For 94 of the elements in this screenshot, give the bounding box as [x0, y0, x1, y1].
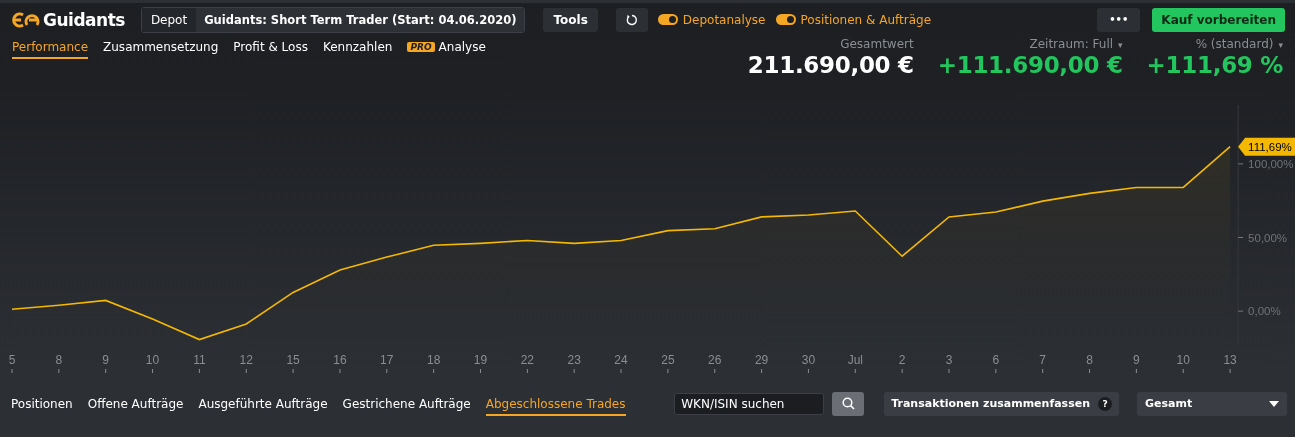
stat-value: 211.690,00 €: [747, 52, 914, 78]
x-axis-label: 2: [898, 353, 906, 374]
x-axis-label: 8: [55, 353, 63, 374]
x-axis-label: 9: [102, 353, 110, 374]
x-tick-label: 12: [239, 353, 254, 367]
x-tick-label: 9: [1133, 353, 1141, 367]
x-tick-label: 19: [473, 353, 488, 367]
tab[interactable]: Ausgeführte Aufträge: [198, 397, 328, 416]
x-tick-label: 23: [567, 353, 582, 367]
y-tick-label: 50,00%: [1248, 231, 1288, 244]
x-tick-label: 15: [286, 353, 301, 367]
y-tick-label: 100,00%: [1248, 157, 1294, 170]
toggle-switch[interactable]: Positionen & Aufträge: [775, 12, 932, 27]
x-tick-label: 11: [193, 353, 206, 367]
caret-icon: [1269, 400, 1279, 407]
x-axis-label: 13: [1223, 353, 1237, 374]
x-tick-label: 17: [380, 353, 394, 367]
logo-icon: [10, 11, 40, 28]
refresh-button[interactable]: [615, 7, 648, 32]
x-axis-label: 22: [520, 353, 535, 374]
x-tick-label: 25: [661, 353, 675, 367]
x-axis-label: 10: [145, 353, 160, 374]
toggle-switch[interactable]: Depotanalyse: [657, 12, 766, 27]
tab[interactable]: Performance: [12, 36, 89, 59]
stat-value: +111,69 %: [1146, 52, 1283, 78]
x-axis-label: 6: [992, 353, 1000, 374]
x-tick-label: 2: [898, 353, 906, 367]
x-axis-label: 30: [801, 353, 816, 374]
y-axis-label: 100,00%: [1237, 157, 1294, 170]
refresh-icon: [625, 13, 638, 26]
x-axis-label: 8: [1086, 353, 1093, 374]
x-axis-label: 3: [945, 353, 953, 374]
filter-dropdown[interactable]: Gesamt: [1137, 391, 1287, 416]
x-axis-label: 17: [380, 353, 394, 374]
tab[interactable]: Zusammensetzung: [103, 36, 219, 59]
tab[interactable]: Profit & Loss: [233, 36, 308, 59]
x-tick-label: 18: [426, 353, 441, 367]
y-tick-label: 0,00%: [1248, 305, 1281, 318]
tab[interactable]: Gestrichene Aufträge: [342, 397, 471, 416]
stat-dropdown[interactable]: Zeitraum: Full ▾: [1029, 36, 1123, 51]
x-axis-label: Jul: [847, 353, 863, 374]
x-axis-label: 16: [333, 353, 347, 374]
x-tick-label: 10: [145, 353, 160, 367]
x-axis-label: 9: [1133, 353, 1140, 374]
tools-button[interactable]: Tools: [543, 7, 598, 32]
x-tick-label: 13: [1223, 353, 1238, 367]
buy-button[interactable]: Kauf vorbereiten: [1152, 7, 1285, 32]
x-tick-label: 3: [945, 353, 953, 367]
x-axis-label: 26: [708, 353, 722, 374]
tab[interactable]: Positionen: [11, 397, 73, 416]
brand-name: Guidants: [43, 9, 125, 30]
tab[interactable]: Kennzahlen: [322, 36, 393, 59]
x-axis-label: 24: [614, 353, 628, 374]
x-axis-label: 18: [426, 353, 441, 374]
search-icon: [841, 397, 855, 410]
stat-value: +111.690,00 €: [937, 52, 1123, 78]
x-axis-label: 11: [193, 353, 206, 374]
x-axis-label: 29: [754, 353, 769, 374]
search-button[interactable]: [832, 391, 865, 416]
tab[interactable]: Offene Aufträge: [87, 397, 184, 416]
x-tick-label: Jul: [847, 353, 863, 367]
x-tick-label: 26: [708, 353, 722, 367]
x-tick-label: 29: [754, 353, 769, 367]
stat-dropdown[interactable]: % (standard) ▾: [1195, 36, 1283, 51]
tab[interactable]: Abgeschlossene Trades: [485, 397, 626, 416]
help-icon[interactable]: ?: [1098, 396, 1112, 411]
x-tick-label: 8: [55, 353, 63, 367]
x-tick-label: 5: [8, 353, 16, 367]
x-tick-label: 30: [801, 353, 816, 367]
x-axis-label: 12: [239, 353, 253, 374]
more-button[interactable]: •••: [1097, 7, 1141, 32]
stat-label: Gesamtwert: [840, 36, 914, 51]
x-axis-label: 10: [1176, 353, 1190, 374]
tab[interactable]: PRO Analyse: [407, 36, 486, 59]
x-tick-label: 7: [1039, 353, 1047, 367]
x-axis-label: 25: [661, 353, 675, 374]
x-tick-label: 16: [333, 353, 347, 367]
x-axis-label: 19: [473, 353, 488, 374]
x-tick-label: 22: [520, 353, 535, 367]
y-axis-label: 0,00%: [1237, 305, 1281, 318]
value-marker: 111,69%: [1238, 137, 1295, 156]
x-tick-label: 24: [614, 353, 629, 367]
x-axis-label: 7: [1039, 353, 1047, 374]
x-axis-label: 5: [8, 353, 16, 374]
x-tick-label: 10: [1176, 353, 1191, 367]
y-axis-label: 50,00%: [1237, 231, 1288, 244]
depot-selector[interactable]: Depot Guidants: Short Term Trader (Start: 04.06.2020): [140, 6, 526, 33]
search-field[interactable]: WKN/ISIN suchen: [674, 392, 825, 415]
x-tick-label: 6: [992, 353, 1000, 367]
summarize-button[interactable]: Transaktionen zusammenfassen ?: [884, 391, 1119, 416]
x-axis-label: 15: [286, 353, 300, 374]
x-tick-label: 9: [102, 353, 110, 367]
x-tick-label: 8: [1086, 353, 1094, 367]
x-axis-label: 23: [567, 353, 581, 374]
